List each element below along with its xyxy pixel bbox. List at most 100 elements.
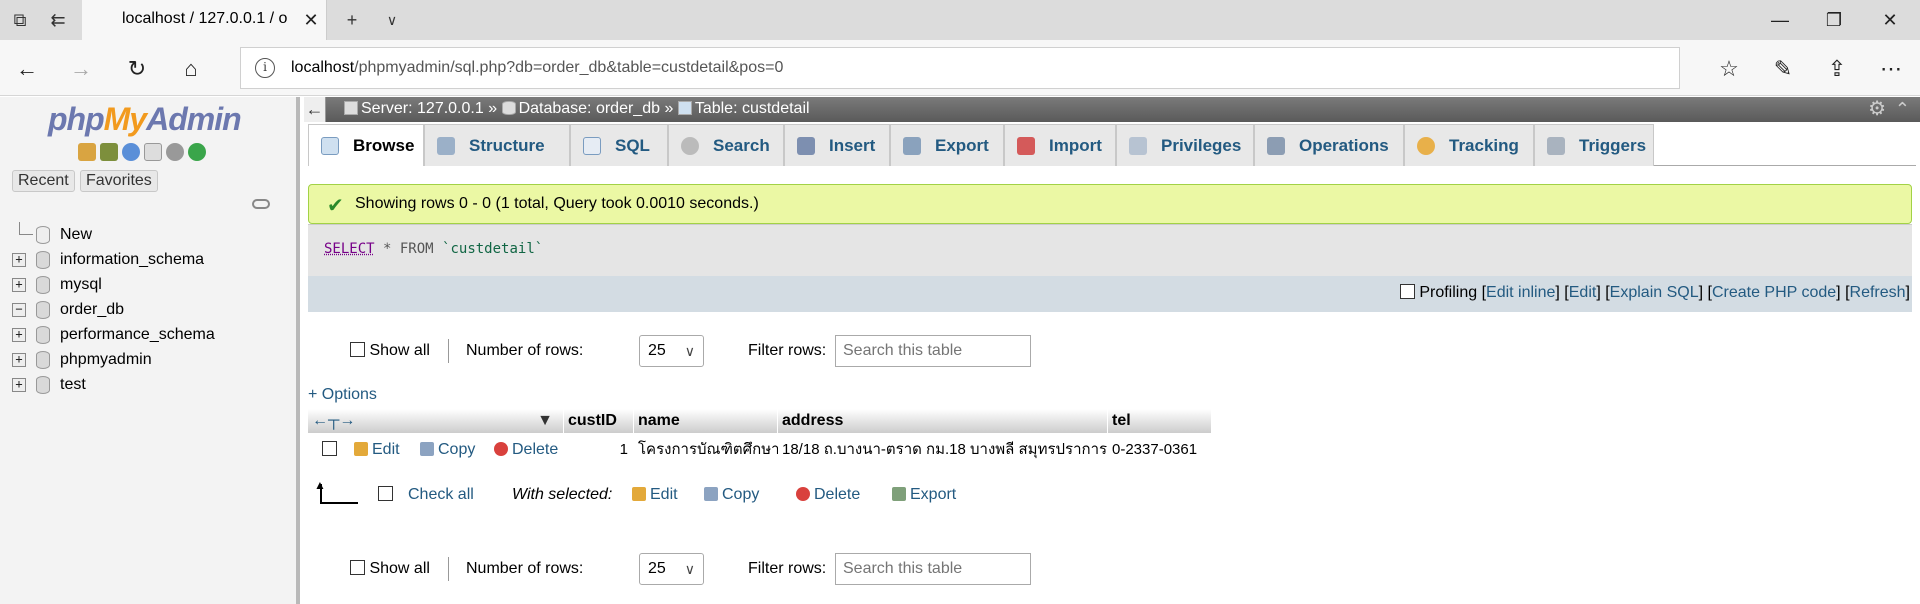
- row-edit-button[interactable]: Edit: [354, 435, 400, 465]
- browser-tab-title: localhost / 127.0.0.1 / o: [122, 10, 288, 27]
- logout-icon[interactable]: [100, 143, 118, 161]
- breadcrumb-separator: »: [488, 100, 498, 117]
- row-checkbox-cell: [322, 435, 337, 465]
- tab-structure[interactable]: Structure: [424, 124, 570, 166]
- bulk-copy-button[interactable]: Copy: [704, 486, 759, 504]
- close-tab-icon[interactable]: ✕: [300, 8, 322, 32]
- tab-label: Export: [935, 136, 989, 155]
- bulk-delete-label: Delete: [814, 486, 861, 503]
- share-icon[interactable]: ⇪: [1822, 54, 1852, 84]
- recent-tab[interactable]: Recent: [12, 170, 75, 192]
- collapse-sidebar-icon[interactable]: ←: [304, 97, 326, 122]
- column-header[interactable]: tel: [1108, 409, 1212, 433]
- tab-privileges[interactable]: Privileges: [1116, 124, 1254, 166]
- set-aside-tabs-icon[interactable]: ⇇: [46, 8, 70, 32]
- sql-query[interactable]: SELECT * FROM `custdetail`: [324, 241, 543, 257]
- new-tab-icon[interactable]: +: [340, 8, 364, 32]
- bulk-delete-button[interactable]: Delete: [796, 486, 860, 504]
- show-all-checkbox[interactable]: [350, 342, 365, 357]
- insert-icon: [797, 137, 815, 155]
- breadcrumb-table[interactable]: Table: custdetail: [695, 100, 810, 117]
- tab-search[interactable]: Search: [668, 124, 784, 166]
- tab-import[interactable]: Import: [1004, 124, 1116, 166]
- options-link[interactable]: + Options: [308, 386, 377, 404]
- expand-icon[interactable]: +: [12, 278, 26, 292]
- refresh-icon[interactable]: ↻: [122, 54, 152, 84]
- row-delete-button[interactable]: Delete: [494, 435, 558, 465]
- home-icon[interactable]: [78, 143, 96, 161]
- column-header[interactable]: address: [778, 409, 1108, 433]
- show-all-checkbox[interactable]: [350, 560, 365, 575]
- profiling-checkbox[interactable]: [1399, 284, 1415, 299]
- site-info-icon[interactable]: i: [255, 58, 275, 78]
- sql-keyword[interactable]: SELECT: [324, 241, 375, 257]
- settings-gear-icon[interactable]: ⚙: [1868, 99, 1886, 119]
- address-bar[interactable]: i localhost/phpmyadmin/sql.php?db=order_…: [240, 47, 1680, 89]
- column-resize-control[interactable]: ←┬→ ▼: [308, 409, 564, 433]
- favorites-tab[interactable]: Favorites: [80, 170, 158, 192]
- breadcrumb-server[interactable]: Server: 127.0.0.1: [361, 100, 484, 117]
- settings-gear-icon[interactable]: [166, 143, 184, 161]
- expand-icon[interactable]: +: [12, 378, 26, 392]
- export-icon: [903, 137, 921, 155]
- restore-icon[interactable]: ❐: [1814, 6, 1854, 34]
- column-header[interactable]: custID: [564, 409, 634, 433]
- tab-triggers[interactable]: Triggers: [1534, 124, 1654, 166]
- sort-dropdown-icon[interactable]: ▼: [537, 409, 553, 433]
- tab-sql[interactable]: SQL: [570, 124, 668, 166]
- main-panel: ← Server: 127.0.0.1 » Database: order_db…: [304, 97, 1920, 604]
- browser-toolbar: ← → ↻ ⌂ i localhost/phpmyadmin/sql.php?d…: [0, 40, 1920, 96]
- back-icon[interactable]: ←: [12, 54, 42, 84]
- home-icon[interactable]: ⌂: [176, 54, 206, 84]
- row-copy-button[interactable]: Copy: [420, 435, 475, 465]
- phpmyadmin-logo[interactable]: phpMyAdmin: [48, 101, 242, 138]
- tab-operations[interactable]: Operations: [1254, 124, 1404, 166]
- breadcrumb-database[interactable]: Database: order_db: [519, 100, 660, 117]
- expand-icon[interactable]: +: [12, 328, 26, 342]
- reload-icon[interactable]: [188, 143, 206, 161]
- tab-export[interactable]: Export: [890, 124, 1004, 166]
- row-checkbox[interactable]: [322, 441, 337, 456]
- row-copy-label: Copy: [438, 441, 476, 458]
- edit-link[interactable]: Edit: [1569, 284, 1597, 301]
- checkmark-icon: ✔: [327, 195, 344, 217]
- favorites-star-icon[interactable]: ☆: [1714, 54, 1744, 84]
- divider: [448, 557, 449, 581]
- tree-item-label: New: [60, 226, 93, 243]
- help-icon[interactable]: [122, 143, 140, 161]
- tab-list-chevron-icon[interactable]: ∨: [380, 8, 404, 32]
- close-window-icon[interactable]: ✕: [1870, 6, 1910, 34]
- tab-browse[interactable]: Browse: [308, 124, 424, 166]
- create-php-code-link[interactable]: Create PHP code: [1712, 284, 1836, 301]
- number-of-rows-select[interactable]: 25 ∨: [639, 553, 704, 585]
- column-header[interactable]: name: [634, 409, 778, 433]
- check-all-checkbox[interactable]: [378, 486, 393, 501]
- bulk-edit-button[interactable]: Edit: [632, 486, 678, 504]
- with-selected-label: With selected:: [512, 486, 613, 503]
- number-of-rows-select[interactable]: 25 ∨: [639, 335, 704, 367]
- tab-tracking[interactable]: Tracking: [1404, 124, 1534, 166]
- check-all-link[interactable]: Check all: [408, 486, 474, 504]
- browser-tab[interactable]: localhost / 127.0.0.1 / o ✕: [82, 0, 327, 40]
- bulk-export-button[interactable]: Export: [892, 486, 956, 504]
- collapse-header-icon[interactable]: ⌃: [1895, 99, 1910, 119]
- docs-icon[interactable]: [144, 143, 162, 161]
- refresh-link[interactable]: Refresh: [1850, 284, 1906, 301]
- expand-icon[interactable]: +: [12, 353, 26, 367]
- more-icon[interactable]: ⋯: [1876, 54, 1906, 84]
- cell-tel: 0-2337-0361: [1112, 441, 1198, 458]
- filter-rows-input[interactable]: [835, 335, 1031, 367]
- tab-actions-icon[interactable]: ⧉: [8, 8, 32, 32]
- database-icon: [36, 351, 50, 369]
- pen-icon[interactable]: ✎: [1768, 54, 1798, 84]
- tab-insert[interactable]: Insert: [784, 124, 890, 166]
- database-icon: [36, 301, 50, 319]
- expand-icon[interactable]: +: [12, 253, 26, 267]
- filter-rows-input[interactable]: [835, 553, 1031, 585]
- minimize-icon[interactable]: —: [1760, 6, 1800, 34]
- forward-icon[interactable]: →: [66, 54, 96, 84]
- collapse-icon[interactable]: −: [12, 303, 26, 317]
- edit-inline-link[interactable]: Edit inline: [1486, 284, 1555, 301]
- explain-sql-link[interactable]: Explain SQL: [1610, 284, 1699, 301]
- link-with-main-panel-icon[interactable]: [252, 199, 270, 209]
